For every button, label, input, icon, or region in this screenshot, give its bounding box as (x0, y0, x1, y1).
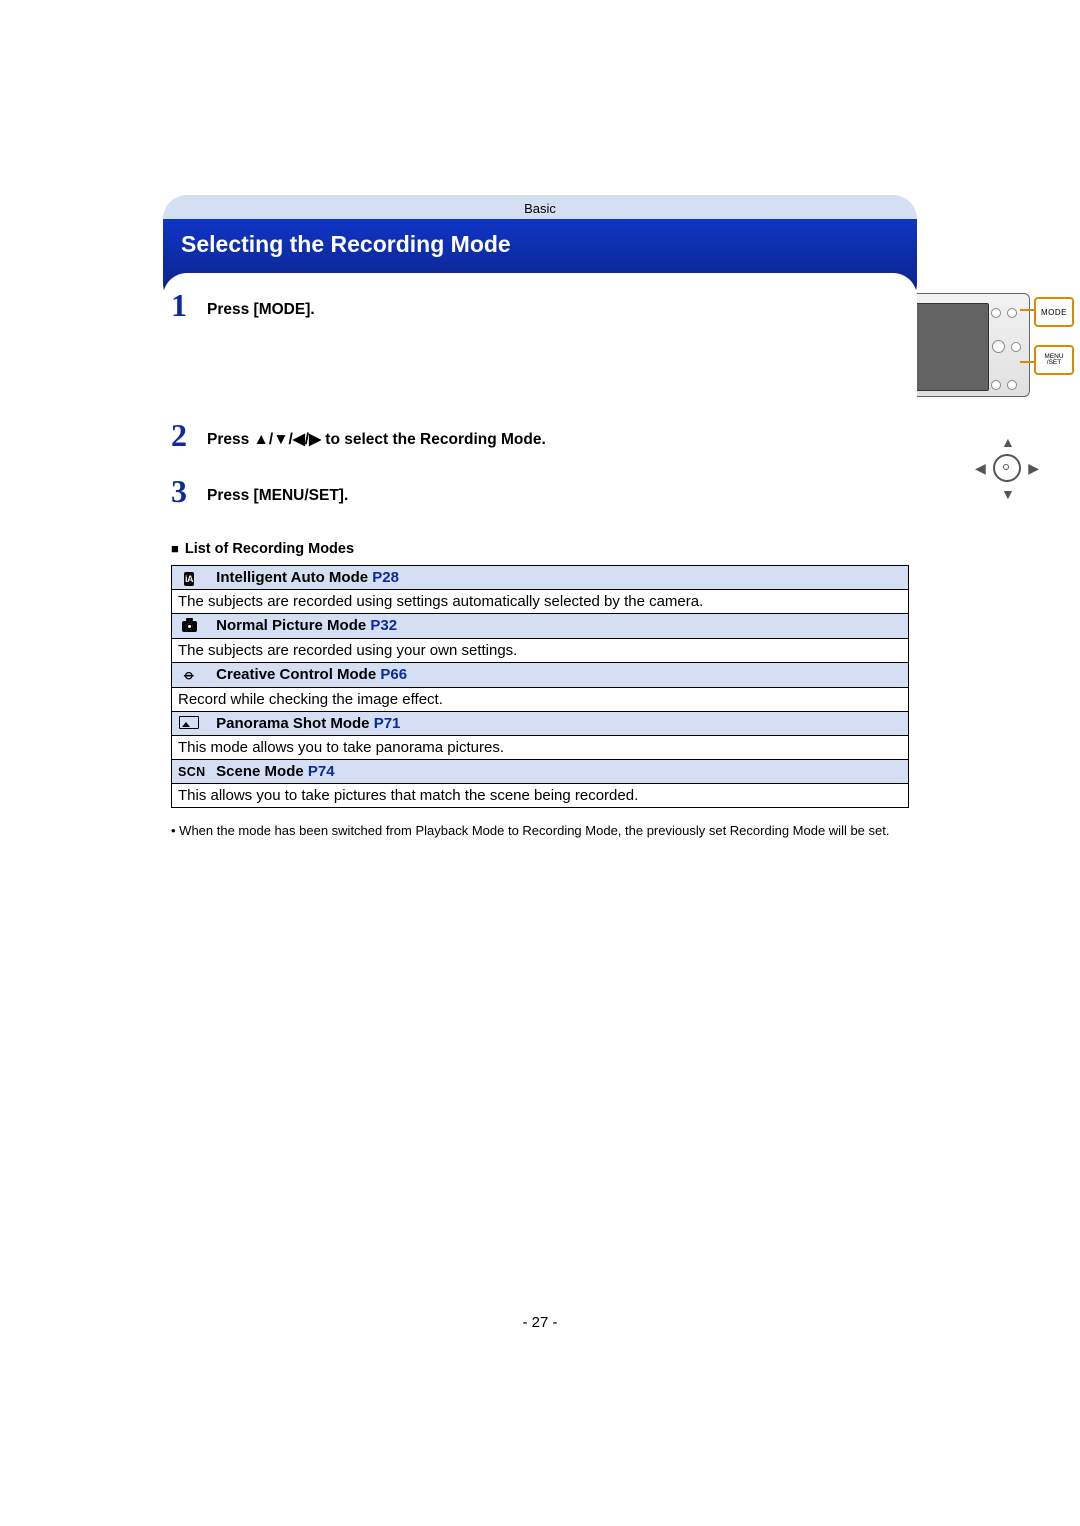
camera-button-dot (1007, 308, 1017, 318)
dpad-up-icon: ▲ (1001, 434, 1015, 450)
mode-title: Intelligent Auto Mode (216, 569, 368, 586)
manual-page: Basic Selecting the Recording Mode 1 Pre… (0, 0, 1080, 1526)
page-reference-link[interactable]: P32 (370, 617, 397, 634)
camera-button-dot (991, 380, 1001, 390)
mode-title: Creative Control Mode (216, 666, 376, 683)
step-number: 1 (171, 289, 207, 321)
mode-title: Normal Picture Mode (216, 617, 366, 634)
mode-description: Record while checking the image effect. (172, 687, 909, 711)
mode-row: Normal Picture Mode P32 (172, 614, 909, 639)
category-label: Basic (524, 201, 556, 216)
section-title: Selecting the Recording Mode (181, 231, 511, 257)
mode-title: Scene Mode (216, 763, 304, 780)
creative-control-icon: ⦵ (178, 666, 200, 684)
intelligent-auto-icon: iA (178, 569, 200, 586)
modes-list-heading: List of Recording Modes (171, 541, 909, 557)
page-reference-link[interactable]: P71 (374, 715, 401, 732)
mode-description: The subjects are recorded using your own… (172, 638, 909, 662)
mode-row: Panorama Shot Mode P71 (172, 711, 909, 736)
mode-description: This mode allows you to take panorama pi… (172, 736, 909, 760)
mode-button-callout: MODE (1034, 297, 1074, 327)
camera-button-dot (1011, 342, 1021, 352)
mode-row: ⦵ Creative Control Mode P66 (172, 662, 909, 687)
menuset-button-callout: MENU /SET (1034, 345, 1074, 375)
camera-button-dot (992, 340, 1005, 353)
step-text: Press [MENU/SET]. (207, 475, 348, 507)
footnote: When the mode has been switched from Pla… (171, 822, 909, 841)
recording-modes-table: iA Intelligent Auto Mode P28 The subject… (171, 565, 909, 809)
step-text: Press [MODE]. (207, 289, 315, 321)
mode-row: iA Intelligent Auto Mode P28 (172, 565, 909, 590)
step-text-prefix: Press (207, 431, 254, 448)
camera-button-dot (991, 308, 1001, 318)
dpad-illustration: ▲ ▼ ◀ ▶ (975, 436, 1039, 500)
dpad-left-icon: ◀ (975, 460, 986, 477)
step-1: 1 Press [MODE]. (171, 289, 909, 419)
menuset-line2: /SET (1047, 360, 1061, 367)
step-text: Press ▲/▼/◀/▶ to select the Recording Mo… (207, 419, 546, 451)
dpad-right-icon: ▶ (1028, 460, 1039, 477)
mode-description: The subjects are recorded using settings… (172, 590, 909, 614)
panorama-icon (178, 715, 200, 732)
dpad-down-icon: ▼ (1001, 486, 1015, 502)
dpad-arrows-glyph: ▲/▼/◀/▶ (254, 431, 321, 448)
body-content: 1 Press [MODE]. 2 Press ▲/▼/◀/▶ to selec… (163, 273, 917, 841)
scene-mode-icon: SCN (178, 765, 200, 779)
step-list: 1 Press [MODE]. 2 Press ▲/▼/◀/▶ to selec… (171, 289, 909, 507)
mode-title: Panorama Shot Mode (216, 715, 369, 732)
page-reference-link[interactable]: P74 (308, 763, 335, 780)
mode-row: SCN Scene Mode P74 (172, 760, 909, 784)
step-text-suffix: to select the Recording Mode. (321, 431, 546, 448)
mode-button-text: MODE (1041, 308, 1067, 317)
camera-button-dot (1007, 380, 1017, 390)
normal-picture-icon (178, 618, 200, 635)
page-number: - 27 - (0, 1314, 1080, 1331)
mode-description: This allows you to take pictures that ma… (172, 784, 909, 808)
category-tab-bar: Basic (163, 195, 917, 221)
step-number: 3 (171, 475, 207, 507)
step-number: 2 (171, 419, 207, 451)
page-reference-link[interactable]: P66 (380, 666, 407, 683)
page-reference-link[interactable]: P28 (372, 569, 399, 586)
dpad-center-ring (993, 454, 1021, 482)
step-3: 3 Press [MENU/SET]. (171, 475, 909, 507)
step-2: 2 Press ▲/▼/◀/▶ to select the Recording … (171, 419, 909, 475)
